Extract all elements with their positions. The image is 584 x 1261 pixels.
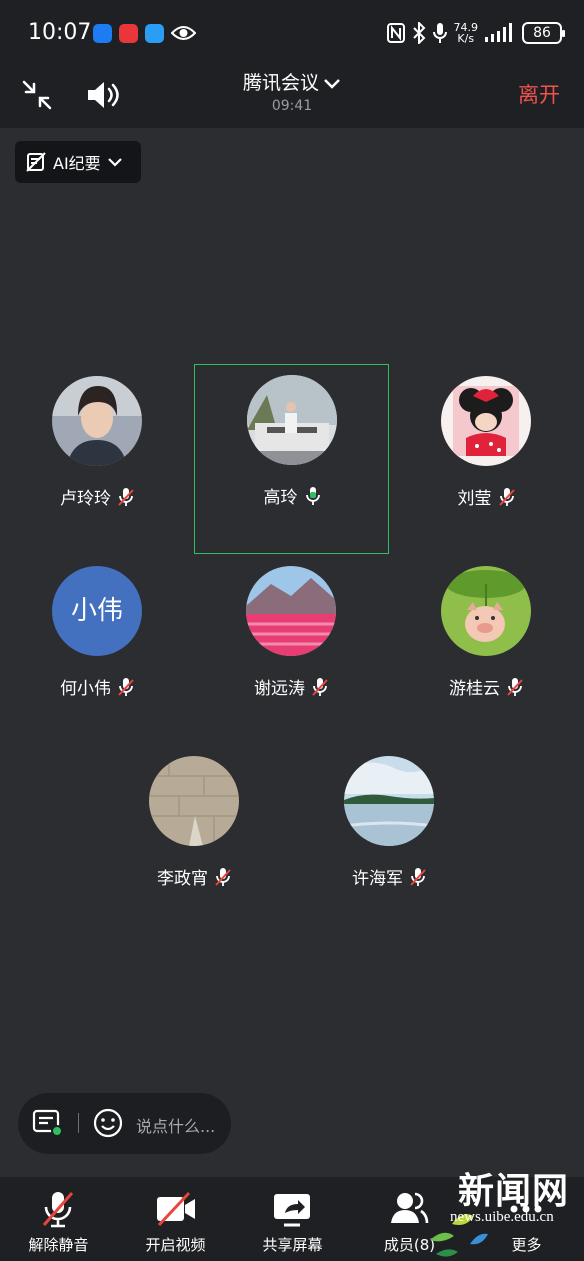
microphone-status-icon [432, 23, 447, 43]
mic-muted-icon [507, 678, 523, 696]
avatar [441, 566, 531, 656]
meeting-header: 腾讯会议 09:41 离开 [0, 66, 584, 128]
watermark-title: 新闻网 [458, 1170, 570, 1212]
status-time: 10:07 [28, 20, 92, 45]
meeting-title-text: 腾讯会议 [242, 72, 319, 94]
chevron-down-icon [107, 158, 122, 167]
notification-app-icon-3 [145, 24, 164, 43]
avatar [344, 756, 434, 846]
participant-name: 许海军 [352, 869, 403, 889]
eye-icon [171, 26, 196, 40]
chat-placeholder[interactable]: 说点什么... [136, 1113, 215, 1137]
members-icon [391, 1192, 429, 1224]
ai-summary-off-icon [26, 152, 46, 172]
battery-indicator: 86 [522, 22, 565, 44]
participant-name-row: 卢玲玲 [0, 484, 195, 509]
participant-tile[interactable]: 李政宵 [97, 746, 292, 936]
nfc-icon [386, 23, 405, 43]
avatar [149, 756, 239, 846]
participant-tile[interactable]: 游桂云 [389, 556, 584, 746]
news-watermark: 新闻网 news.uibe.edu.cn [430, 1160, 584, 1261]
unmute-label: 解除静音 [28, 1236, 89, 1254]
mic-muted-icon [118, 678, 134, 696]
avatar [247, 375, 337, 465]
mic-muted-icon [498, 488, 515, 506]
participant-name-row: 高玲 [195, 483, 390, 508]
participant-name: 谢远涛 [254, 679, 305, 699]
mic-muted-icon [215, 868, 231, 886]
participant-name-row: 李政宵 [97, 864, 292, 889]
participant-name-row: 游桂云 [389, 674, 584, 699]
share-screen-label: 共享屏幕 [262, 1236, 323, 1254]
notification-app-icon-1 [93, 24, 112, 43]
participant-tile[interactable]: 小伟 何小伟 [0, 556, 195, 746]
notification-app-icon-2 [119, 24, 138, 43]
participant-name: 卢玲玲 [60, 489, 111, 509]
leave-button[interactable]: 离开 [518, 79, 560, 109]
network-speed-unit: K/s [457, 32, 475, 45]
start-video-button[interactable]: 开启视频 [117, 1177, 234, 1261]
participant-tile-active-speaker[interactable]: 高玲 [194, 364, 389, 554]
video-off-icon [157, 1191, 195, 1227]
signal-icon [485, 23, 512, 42]
mic-off-icon [42, 1192, 74, 1228]
participant-name: 游桂云 [449, 679, 500, 699]
mic-speaking-icon [305, 487, 320, 505]
unmute-button[interactable]: 解除静音 [0, 1177, 117, 1261]
share-screen-button[interactable]: 共享屏幕 [234, 1177, 351, 1261]
participant-name: 高玲 [263, 488, 298, 508]
divider [78, 1113, 79, 1133]
avatar [441, 376, 531, 466]
participant-name: 李政宵 [157, 869, 208, 889]
meeting-duration: 09:41 [271, 98, 313, 114]
bluetooth-icon [412, 22, 425, 44]
avatar [52, 376, 142, 466]
chat-input-bar[interactable]: 说点什么... [18, 1093, 231, 1154]
status-indicators: 74.9 K/s 86 [386, 20, 565, 46]
chat-list-icon[interactable] [32, 1109, 64, 1139]
mic-muted-icon [312, 678, 328, 696]
participant-name-row: 何小伟 [0, 674, 195, 699]
mic-muted-icon [410, 868, 426, 886]
status-bar: 10:07 74.9 K/s 86 [0, 0, 584, 66]
participant-tile[interactable]: 卢玲玲 [0, 366, 195, 556]
participant-tile[interactable]: 谢远涛 [194, 556, 389, 746]
ai-summary-label: AI纪要 [53, 154, 101, 173]
avatar [246, 566, 336, 656]
participant-name-row: 许海军 [292, 864, 487, 889]
participant-tile[interactable]: 刘莹 [389, 366, 584, 556]
participant-name-row: 谢远涛 [194, 674, 389, 699]
avatar-initials: 小伟 [52, 566, 142, 656]
start-video-label: 开启视频 [145, 1236, 206, 1254]
emoji-icon[interactable] [92, 1107, 124, 1139]
ai-summary-button[interactable]: AI纪要 [15, 141, 141, 183]
participant-name: 何小伟 [60, 679, 111, 699]
watermark-url: news.uibe.edu.cn [450, 1209, 554, 1225]
mic-muted-icon [118, 488, 134, 506]
participant-name: 刘莹 [457, 489, 492, 509]
meeting-title[interactable]: 腾讯会议 [0, 68, 584, 95]
share-screen-icon [274, 1194, 310, 1227]
network-speed: 74.9 K/s [454, 22, 479, 44]
participant-name-row: 刘莹 [389, 484, 584, 509]
chevron-down-icon [324, 78, 340, 89]
participant-tile[interactable]: 许海军 [292, 746, 487, 936]
